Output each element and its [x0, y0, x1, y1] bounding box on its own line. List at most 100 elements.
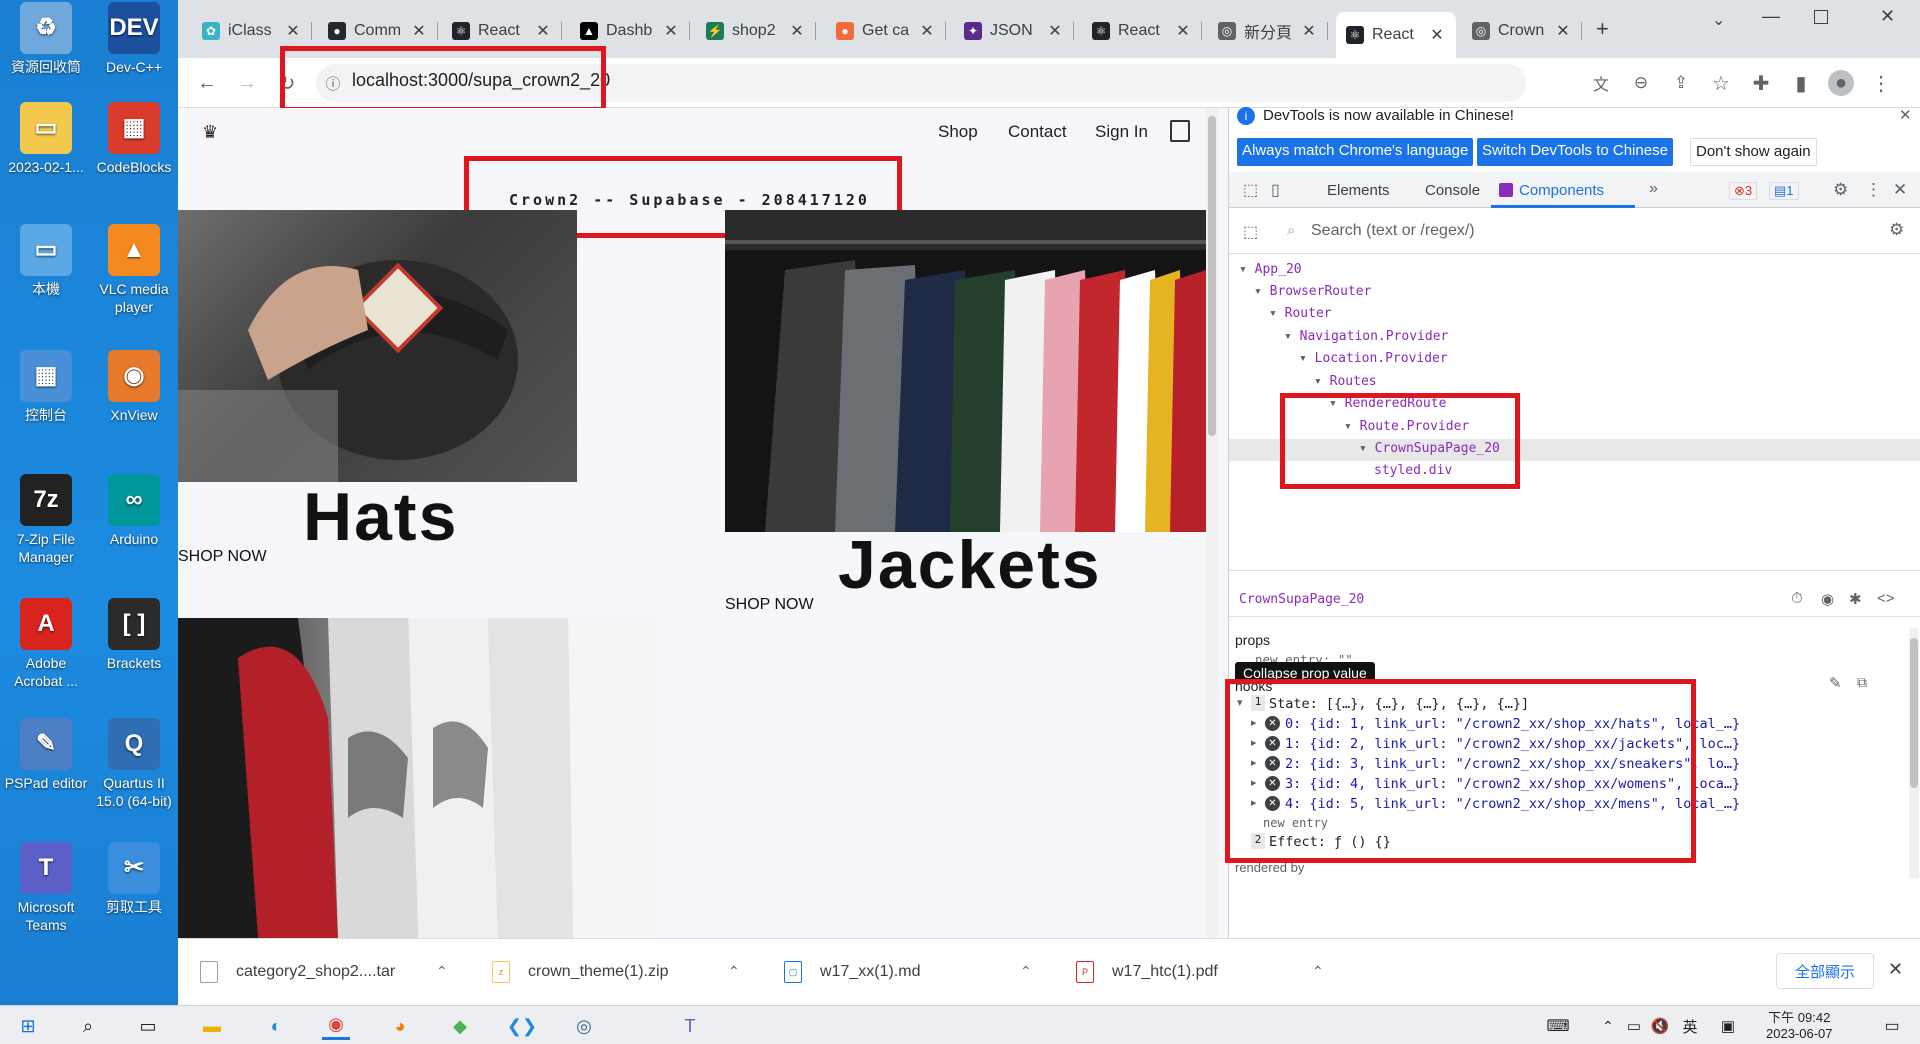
browser-tab[interactable]: ⚛ React ✕ — [442, 14, 562, 48]
tab-close-icon[interactable]: ✕ — [788, 21, 806, 41]
nav-contact-link[interactable]: Contact — [1008, 122, 1067, 142]
maximize-icon[interactable] — [1814, 10, 1828, 24]
clock[interactable]: 下午 09:42 2023-06-07 — [1766, 1010, 1833, 1042]
browser-tab[interactable]: ⚛ React ✕ — [1082, 14, 1202, 48]
vscode-icon[interactable]: ❮❯ — [507, 1012, 537, 1040]
eye-icon[interactable]: ◉ — [1821, 590, 1834, 608]
desktop-icon[interactable]: ▦ 控制台 — [2, 350, 90, 424]
inspect-element-icon[interactable]: ⬚ — [1243, 180, 1258, 200]
category-title-hats[interactable]: Hats — [303, 478, 458, 556]
show-all-downloads-button[interactable]: 全部顯示 — [1776, 953, 1874, 989]
browser-tab[interactable]: ● Get ca ✕ — [826, 14, 946, 48]
zoom-icon[interactable]: ⊖ — [1628, 70, 1654, 96]
view-source-icon[interactable]: <> — [1877, 590, 1895, 607]
tab-close-icon[interactable]: ✕ — [1174, 21, 1192, 41]
tab-close-icon[interactable]: ✕ — [662, 21, 680, 41]
browser-tab[interactable]: ⚡ shop2 ✕ — [696, 14, 816, 48]
browser-tab[interactable]: ● Comm ✕ — [318, 14, 438, 48]
match-language-button[interactable]: Always match Chrome's language — [1237, 138, 1474, 166]
error-count-badge[interactable]: ⊗3 — [1729, 182, 1758, 200]
download-item-3[interactable]: P w17_htc(1).pdf — [1076, 957, 1306, 987]
browser-tab[interactable]: ✦ JSON ✕ — [954, 14, 1074, 48]
component-tree-node[interactable]: ▾ Router — [1269, 306, 1332, 321]
extensions-icon[interactable]: ✚ — [1748, 70, 1774, 96]
copy-icon[interactable]: ⧉ — [1857, 674, 1867, 691]
devtools-menu-icon[interactable]: ⋮ — [1865, 180, 1882, 200]
search-icon[interactable]: ⌕ — [74, 1012, 102, 1040]
ime-indicator[interactable]: 英 — [1676, 1012, 1704, 1040]
hats-image[interactable] — [178, 210, 577, 482]
volume-mute-icon[interactable]: 🔇 — [1646, 1012, 1674, 1040]
keyboard-icon[interactable]: ⌨ — [1544, 1012, 1572, 1040]
close-devtools-icon[interactable]: ✕ — [1893, 180, 1907, 200]
desktop-icon[interactable]: ✎ PSPad editor — [2, 718, 90, 792]
teams-taskbar-icon[interactable]: T — [676, 1012, 704, 1040]
side-panel-icon[interactable]: ▮ — [1788, 70, 1814, 96]
category-title-jackets[interactable]: Jackets — [838, 526, 1102, 604]
select-element-icon[interactable]: ⬚ — [1243, 222, 1258, 242]
back-icon[interactable]: ← — [194, 70, 220, 96]
crown-logo-icon[interactable]: ♛ — [202, 122, 218, 143]
desktop-icon[interactable]: ✂ 剪取工具 — [90, 842, 178, 916]
tab-close-icon[interactable]: ✕ — [1300, 21, 1318, 41]
desktop-icon[interactable]: ▲ VLC media player — [90, 224, 178, 316]
component-tree-node[interactable]: ▾ Routes — [1314, 374, 1377, 389]
tab-close-icon[interactable]: ✕ — [1428, 25, 1446, 45]
download-item-1[interactable]: z crown_theme(1).zip — [492, 957, 722, 987]
tab-close-icon[interactable]: ✕ — [1046, 21, 1064, 41]
close-window-icon[interactable]: ✕ — [1880, 6, 1895, 27]
component-tree-node[interactable]: ▾ BrowserRouter — [1254, 284, 1371, 299]
bug-icon[interactable]: ✱ — [1849, 590, 1862, 608]
sneakers-image[interactable] — [178, 618, 658, 938]
component-tree-node[interactable]: ▾ Navigation.Provider — [1284, 329, 1448, 344]
desktop-icon[interactable]: A Adobe Acrobat ... — [2, 598, 90, 690]
banner-close-icon[interactable]: ✕ — [1899, 106, 1912, 124]
git-icon[interactable]: ◆ — [446, 1012, 474, 1040]
component-search-input[interactable]: Search (text or /regex/) — [1311, 222, 1475, 240]
message-count-badge[interactable]: ▤1 — [1769, 182, 1799, 200]
category-cta-jackets[interactable]: SHOP NOW — [725, 596, 814, 614]
desktop-icon[interactable]: [ ] Brackets — [90, 598, 178, 672]
timer-icon[interactable]: ⏱ — [1791, 590, 1803, 607]
settings-gear-icon[interactable]: ⚙ — [1833, 180, 1848, 200]
tab-console[interactable]: Console — [1425, 182, 1480, 199]
notification-icon[interactable]: ▭ — [1878, 1012, 1906, 1040]
menu-kebab-icon[interactable]: ⋮ — [1868, 70, 1894, 96]
page-scrollbar[interactable] — [1206, 108, 1218, 938]
close-download-bar-icon[interactable]: ✕ — [1888, 959, 1903, 980]
new-tab-icon[interactable]: + — [1596, 16, 1609, 42]
edge-icon[interactable]: ◐ — [262, 1012, 290, 1040]
category-cta-hats[interactable]: SHOP NOW — [178, 548, 267, 566]
minimize-icon[interactable]: — — [1762, 6, 1780, 27]
browser-tab[interactable]: ▲ Dashb ✕ — [570, 14, 690, 48]
tab-components[interactable]: Components — [1519, 182, 1604, 199]
tab-elements[interactable]: Elements — [1327, 182, 1390, 199]
profile-avatar-icon[interactable]: ● — [1828, 70, 1854, 96]
desktop-icon[interactable]: ▭ 2023-02-1... — [2, 102, 90, 176]
desktop-icon[interactable]: ▭ 本機 — [2, 224, 90, 298]
bookmark-star-icon[interactable]: ☆ — [1708, 70, 1734, 96]
cart-bag-icon[interactable] — [1170, 120, 1190, 142]
devtools-scrollbar-thumb[interactable] — [1910, 638, 1918, 788]
chevron-up-icon[interactable]: ⌃ — [728, 963, 740, 980]
browser-tab[interactable]: ✿ iClass ✕ — [192, 14, 312, 48]
chevron-up-icon[interactable]: ⌃ — [436, 963, 448, 980]
download-item-2[interactable]: ▢ w17_xx(1).md — [784, 957, 1014, 987]
start-button-icon[interactable]: ⊞ — [14, 1012, 42, 1040]
more-tabs-icon[interactable]: » — [1649, 180, 1658, 198]
postgres-icon[interactable]: ◎ — [570, 1012, 598, 1040]
nav-signin-link[interactable]: Sign In — [1095, 122, 1148, 142]
desktop-icon[interactable]: 7z 7-Zip File Manager — [2, 474, 90, 566]
tab-close-icon[interactable]: ✕ — [534, 21, 552, 41]
devtools-scrollbar[interactable] — [1909, 628, 1919, 878]
tab-close-icon[interactable]: ✕ — [284, 21, 302, 41]
task-view-icon[interactable]: ▭ — [134, 1012, 162, 1040]
desktop-icon[interactable]: ◉ XnView — [90, 350, 178, 424]
desktop-icon[interactable]: ♻ 資源回收筒 — [2, 2, 90, 76]
desktop-icon[interactable]: DEV Dev-C++ — [90, 2, 178, 76]
chrome-icon[interactable]: ◉ — [322, 1012, 350, 1040]
browser-tab[interactable]: ◎ 新分頁 ✕ — [1208, 14, 1328, 48]
page-scrollbar-thumb[interactable] — [1208, 116, 1216, 436]
desktop-icon[interactable]: ∞ Arduino — [90, 474, 178, 548]
chevron-up-icon[interactable]: ⌃ — [1312, 963, 1324, 980]
